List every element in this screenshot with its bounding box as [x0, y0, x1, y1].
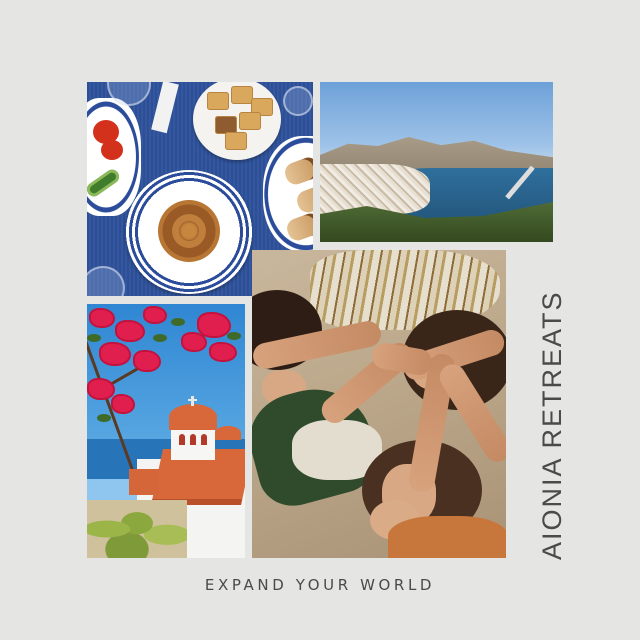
church-photo — [87, 304, 245, 558]
cross-icon — [188, 396, 197, 406]
cucumber — [87, 166, 122, 200]
cracker-bowl — [193, 82, 281, 160]
leaf — [87, 334, 101, 342]
dried-fig — [158, 200, 220, 262]
women-photo — [252, 250, 506, 558]
orange-top — [388, 516, 506, 558]
tomato — [101, 140, 123, 160]
brand-title: AIONIA RETREATS — [537, 290, 567, 560]
town — [320, 164, 430, 214]
glass — [87, 266, 125, 296]
glass — [283, 86, 313, 116]
church-dome — [169, 404, 217, 430]
salad-plate — [87, 98, 141, 216]
bougainvillea-flower — [91, 310, 113, 326]
fig-plate — [125, 170, 253, 294]
wraps-plate — [263, 136, 313, 252]
harbor-photo — [320, 82, 553, 242]
tagline: EXPAND YOUR WORLD — [204, 576, 436, 594]
napkin — [151, 82, 179, 134]
prickly-pear-cactus — [87, 500, 187, 558]
